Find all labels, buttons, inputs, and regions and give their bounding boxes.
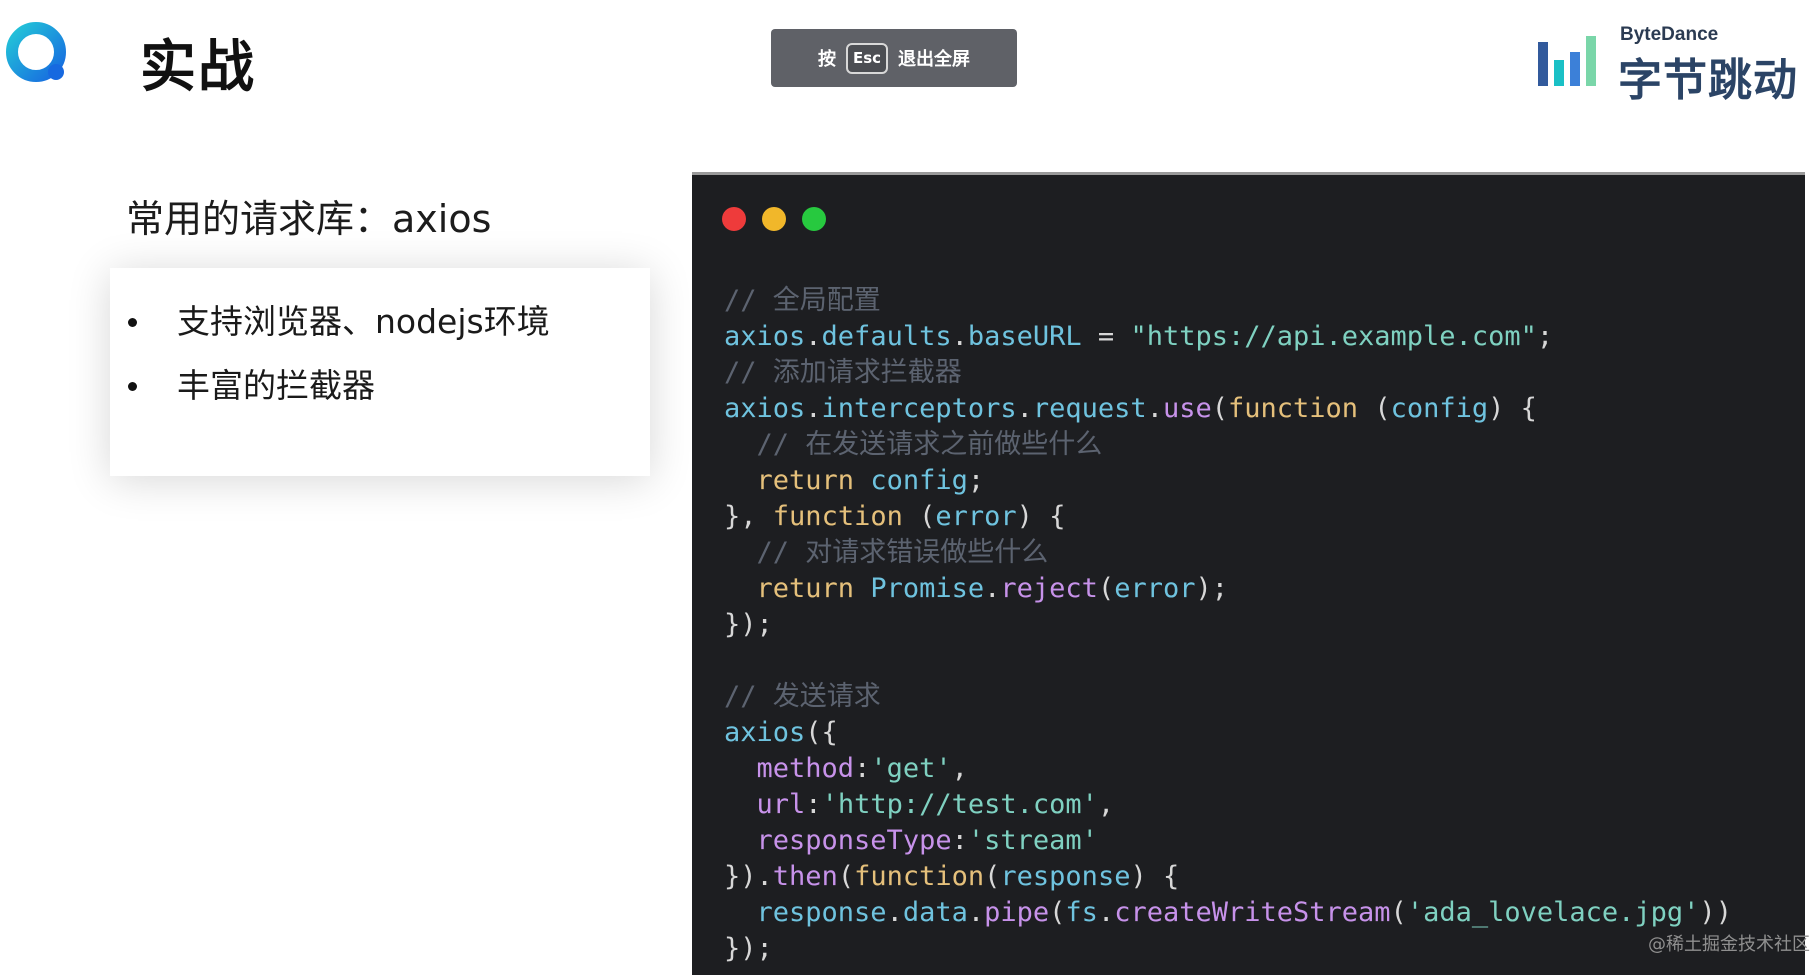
- code-line: // 发送请求: [724, 681, 881, 712]
- exit-fullscreen-banner[interactable]: 按 Esc 退出全屏: [771, 29, 1017, 87]
- brand-english: ByteDance: [1620, 24, 1719, 45]
- code-line: axios.defaults.baseURL = "https://api.ex…: [724, 321, 1554, 352]
- bullet-icon: [128, 317, 137, 327]
- brand-chinese: 字节跳动: [1618, 55, 1798, 106]
- code-line: url:'http://test.com',: [756, 789, 1115, 820]
- code-line: // 对请求错误做些什么: [724, 537, 1049, 568]
- code-line: });: [724, 609, 773, 640]
- slide-subtitle: 常用的请求库：axios: [126, 197, 492, 241]
- close-dot-icon[interactable]: [722, 207, 746, 231]
- esc-key-badge: Esc: [845, 42, 889, 74]
- code-line: }, function (error) {: [724, 501, 1066, 532]
- esc-suffix: 退出全屏: [898, 49, 971, 70]
- bullet-icon: [128, 381, 137, 391]
- code-line: axios.interceptors.request.use(function …: [724, 393, 1537, 424]
- list-item: 支持浏览器、nodejs环境: [128, 290, 650, 354]
- code-line: axios({: [724, 717, 838, 748]
- code-line: }).then(function(response) {: [724, 861, 1180, 892]
- maximize-dot-icon[interactable]: [802, 207, 826, 231]
- feature-list: 支持浏览器、nodejs环境 丰富的拦截器: [110, 268, 650, 418]
- bytedance-logo-icon: [1538, 36, 1596, 86]
- code-line: return Promise.reject(error);: [756, 573, 1229, 604]
- code-line: // 在发送请求之前做些什么: [724, 429, 1103, 460]
- window-controls: [722, 207, 826, 231]
- code-line: });: [724, 933, 773, 964]
- bytedance-brand: ByteDance 字节跳动: [1538, 24, 1798, 106]
- slide-title: 实战: [140, 35, 256, 100]
- code-line: // 全局配置: [724, 285, 881, 316]
- watermark: @稀土掘金技术社区: [1648, 934, 1810, 955]
- feature-card: 支持浏览器、nodejs环境 丰富的拦截器: [110, 268, 650, 476]
- list-item: 丰富的拦截器: [128, 354, 650, 418]
- list-item-text: 支持浏览器、nodejs环境: [177, 302, 550, 341]
- code-line: return config;: [756, 465, 985, 496]
- code-line: response.data.pipe(fs.createWriteStream(…: [756, 897, 1732, 928]
- code-line: responseType:'stream': [756, 825, 1098, 856]
- app-logo-icon: [4, 20, 72, 88]
- code-line: // 添加请求拦截器: [724, 357, 962, 388]
- minimize-dot-icon[interactable]: [762, 207, 786, 231]
- list-item-text: 丰富的拦截器: [177, 366, 375, 405]
- esc-prefix: 按: [817, 49, 836, 70]
- code-block[interactable]: // 全局配置 axios.defaults.baseURL = "https:…: [724, 283, 1732, 967]
- code-line: method:'get',: [756, 753, 968, 784]
- code-window: // 全局配置 axios.defaults.baseURL = "https:…: [692, 172, 1805, 975]
